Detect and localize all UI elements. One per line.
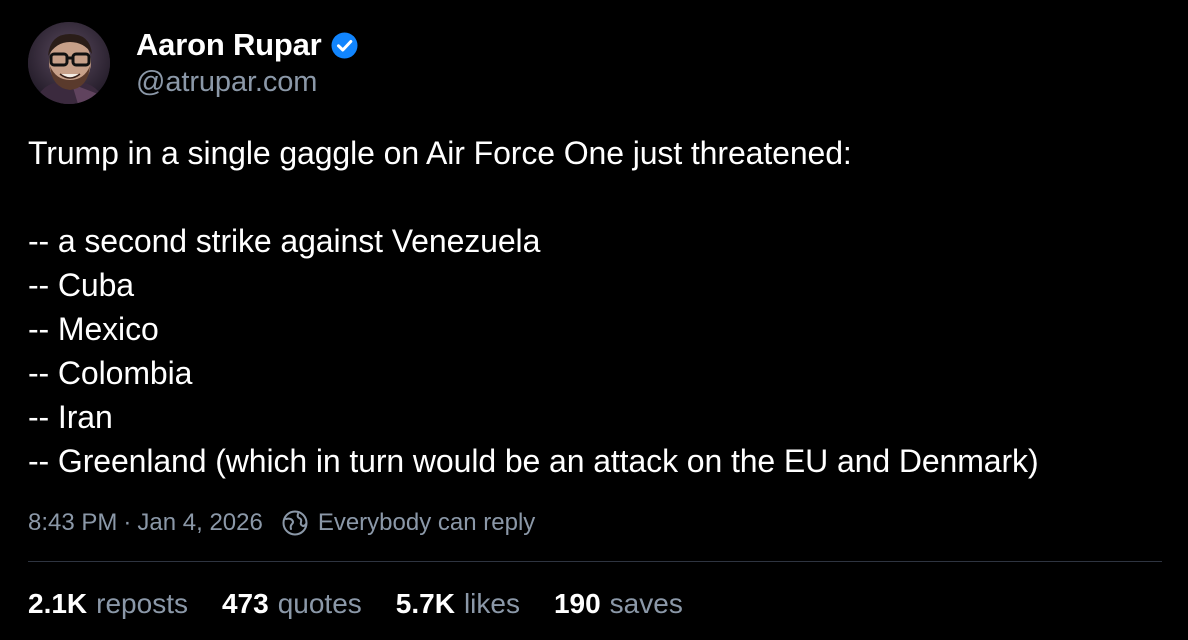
quotes-stat[interactable]: 473 quotes [222,588,362,620]
post-time: 8:43 PM [28,509,118,536]
engagement-stats: 2.1K reposts 473 quotes 5.7K likes 190 s… [28,584,717,624]
quotes-label: quotes [277,588,362,619]
reposts-stat[interactable]: 2.1K reposts [28,588,188,620]
post-text-line: -- Colombia [28,355,193,391]
reposts-count: 2.1K [28,588,88,619]
avatar[interactable] [28,22,110,104]
name-row: Aaron Rupar [136,25,359,65]
post-text-line: -- Mexico [28,311,159,347]
author-display-name[interactable]: Aaron Rupar [136,27,322,63]
post-text-line: -- Iran [28,399,113,435]
saves-count: 190 [553,588,601,619]
reply-setting[interactable]: Everybody can reply [318,509,535,537]
post-text-line: -- Cuba [28,267,135,303]
likes-stat[interactable]: 5.7K likes [396,588,520,620]
saves-stat[interactable]: 190 saves [554,588,683,620]
globe-icon [281,509,309,537]
quotes-count: 473 [221,588,269,619]
post-header: Aaron Rupar @atrupar.com [28,22,359,108]
verified-check-icon [330,31,359,60]
post-card: Aaron Rupar @atrupar.com Trump in a sing… [0,0,1188,640]
author-handle[interactable]: @atrupar.com [136,66,359,99]
post-text-line: Trump in a single gaggle on Air Force On… [28,135,852,171]
post-meta: 8:43 PM · Jan 4, 2026 Everybody can repl… [28,505,535,541]
post-text-blank-line [28,175,1168,219]
post-date: Jan 4, 2026 [137,509,263,536]
post-text-line: -- a second strike against Venezuela [28,223,541,259]
author-info: Aaron Rupar @atrupar.com [136,22,359,99]
meta-separator: · [123,509,132,536]
divider [28,561,1162,562]
post-text: Trump in a single gaggle on Air Force On… [28,131,1168,483]
likes-label: likes [463,588,520,619]
saves-label: saves [609,588,683,619]
avatar-image [28,22,110,104]
likes-count: 5.7K [395,588,455,619]
reposts-label: reposts [96,588,188,619]
post-text-line: -- Greenland (which in turn would be an … [28,443,1039,479]
